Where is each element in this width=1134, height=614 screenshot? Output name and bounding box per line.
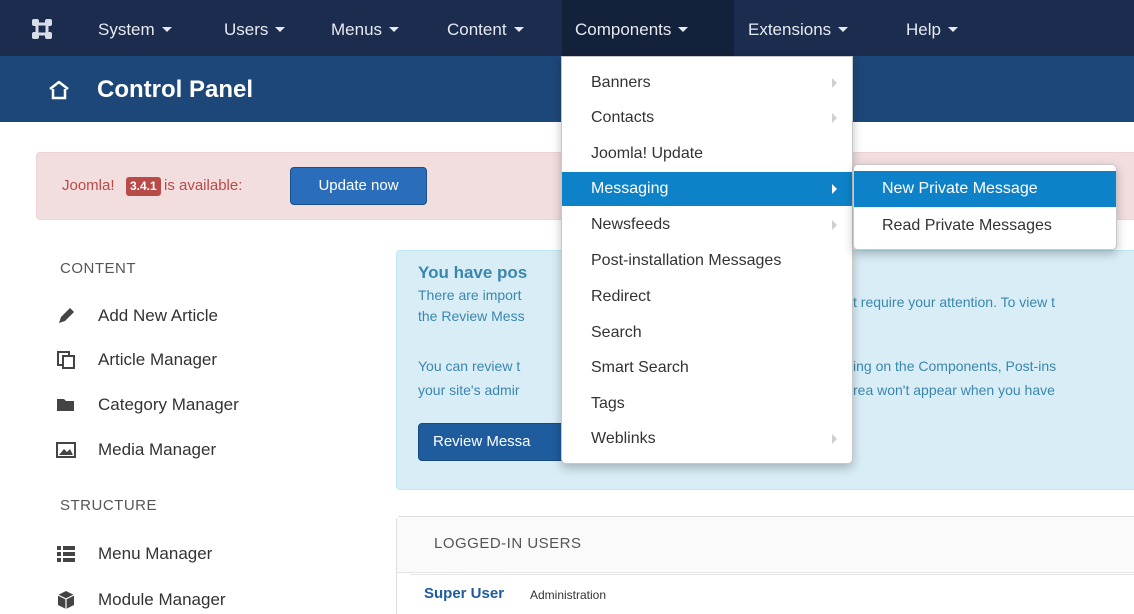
submenu-item-new-private-message[interactable]: New Private Message (854, 171, 1116, 207)
submenu-item-label: Read Private Messages (882, 217, 1052, 234)
menu-item-label: Joomla! Update (591, 145, 704, 162)
menu-item-search[interactable]: Search (562, 316, 852, 350)
submenu-item-label: New Private Message (882, 180, 1038, 197)
sidebar-item-menu-manager[interactable]: Menu Manager (56, 540, 356, 568)
nav-help[interactable]: Help (906, 18, 958, 42)
info-line-1-right: t require your attention. To view t (853, 294, 1056, 310)
nav-users[interactable]: Users (224, 18, 286, 42)
menu-item-label: Search (591, 324, 642, 341)
cube-icon (57, 591, 75, 609)
nav-system[interactable]: System (98, 18, 172, 42)
menu-item-label: Redirect (591, 288, 651, 305)
menu-item-smart-search[interactable]: Smart Search (562, 351, 852, 385)
menu-item-label: Tags (591, 395, 625, 412)
alert-prefix: Joomla! (62, 177, 115, 194)
nav-content[interactable]: Content (447, 18, 524, 42)
table-row (410, 574, 1134, 614)
nav-extensions[interactable]: Extensions (748, 18, 849, 42)
sidebar-item-label: Category Manager (98, 395, 239, 414)
home-icon (49, 80, 69, 100)
nav-content-label: Content (447, 20, 507, 39)
menu-item-label: Post-installation Messages (591, 252, 782, 269)
sidebar-item-media-manager[interactable]: Media Manager (56, 436, 356, 464)
sidebar-item-label: Module Manager (98, 590, 226, 609)
sidebar-item-label: Menu Manager (98, 544, 213, 563)
menu-item-joomla-update[interactable]: Joomla! Update (562, 137, 852, 171)
nav-menus-label: Menus (331, 20, 383, 39)
chevron-down-icon (161, 27, 172, 32)
chevron-down-icon (275, 27, 286, 32)
nav-components-label: Components (575, 20, 672, 39)
info-title: You have pos (418, 263, 528, 282)
user-role: Administration (530, 588, 607, 602)
chevron-right-icon (832, 184, 837, 194)
menu-item-label: Smart Search (591, 359, 689, 376)
version-badge: 3.4.1 (126, 177, 161, 196)
info-line-4: your site's admir (418, 382, 520, 398)
info-line-1: There are import (418, 287, 522, 303)
nav-extensions-label: Extensions (748, 20, 832, 39)
list-icon (57, 546, 75, 562)
menu-item-label: Banners (591, 74, 651, 91)
nav-system-label: System (98, 20, 155, 39)
chevron-down-icon (678, 27, 689, 32)
menu-item-messaging[interactable]: Messaging (562, 172, 852, 206)
menu-item-label: Newsfeeds (591, 216, 671, 233)
nav-users-label: Users (224, 20, 269, 39)
info-line-3-right: ing on the Components, Post-ins (853, 358, 1057, 374)
chevron-right-icon (832, 113, 837, 123)
image-icon (56, 442, 76, 458)
sidebar-item-category-manager[interactable]: Category Manager (56, 391, 356, 419)
chevron-down-icon (513, 27, 524, 32)
menu-item-contacts[interactable]: Contacts (562, 101, 852, 135)
menu-item-redirect[interactable]: Redirect (562, 280, 852, 314)
info-line-2: the Review Mess (418, 308, 525, 324)
submenu-item-read-private-messages[interactable]: Read Private Messages (854, 208, 1116, 244)
menu-item-label: Contacts (591, 109, 655, 126)
user-name-link[interactable]: Super User (424, 585, 504, 602)
update-now-button[interactable]: Update now (290, 167, 427, 205)
joomla-logo-icon[interactable] (30, 17, 54, 41)
info-line-4-right: rea won't appear when you have (853, 382, 1055, 398)
pencil-icon (59, 308, 74, 323)
sidebar-item-label: Media Manager (98, 440, 217, 459)
sidebar-item-label: Article Manager (98, 350, 218, 369)
menu-item-tags[interactable]: Tags (562, 387, 852, 421)
sidebar-item-module-manager[interactable]: Module Manager (56, 586, 356, 614)
alert-suffix: is available: (164, 177, 243, 194)
chevron-right-icon (832, 434, 837, 444)
menu-item-label: Messaging (591, 180, 669, 197)
menu-item-weblinks[interactable]: Weblinks (562, 422, 852, 456)
folder-icon (57, 399, 74, 411)
info-line-3: You can review t (418, 358, 521, 374)
sidebar-item-article-manager[interactable]: Article Manager (56, 346, 356, 374)
chevron-right-icon (832, 220, 837, 230)
copy-icon (57, 351, 75, 369)
page-title: Control Panel (97, 76, 254, 103)
sidebar-item-add-new-article[interactable]: Add New Article (56, 302, 356, 330)
nav-menus[interactable]: Menus (331, 18, 400, 42)
menu-item-label: Weblinks (591, 430, 656, 447)
menu-item-newsfeeds[interactable]: Newsfeeds (562, 208, 852, 242)
chevron-down-icon (389, 27, 400, 32)
nav-components[interactable]: Components (575, 18, 689, 42)
chevron-down-icon (838, 27, 849, 32)
menu-item-post-installation-messages[interactable]: Post-installation Messages (562, 244, 852, 278)
sidebar-item-label: Add New Article (98, 306, 218, 325)
menu-item-banners[interactable]: Banners (562, 66, 852, 100)
logged-in-users-heading: LOGGED-IN USERS (434, 535, 582, 552)
structure-heading: STRUCTURE (60, 497, 157, 514)
content-heading: CONTENT (60, 260, 136, 277)
chevron-down-icon (947, 27, 958, 32)
nav-help-label: Help (906, 20, 941, 39)
chevron-right-icon (832, 78, 837, 88)
